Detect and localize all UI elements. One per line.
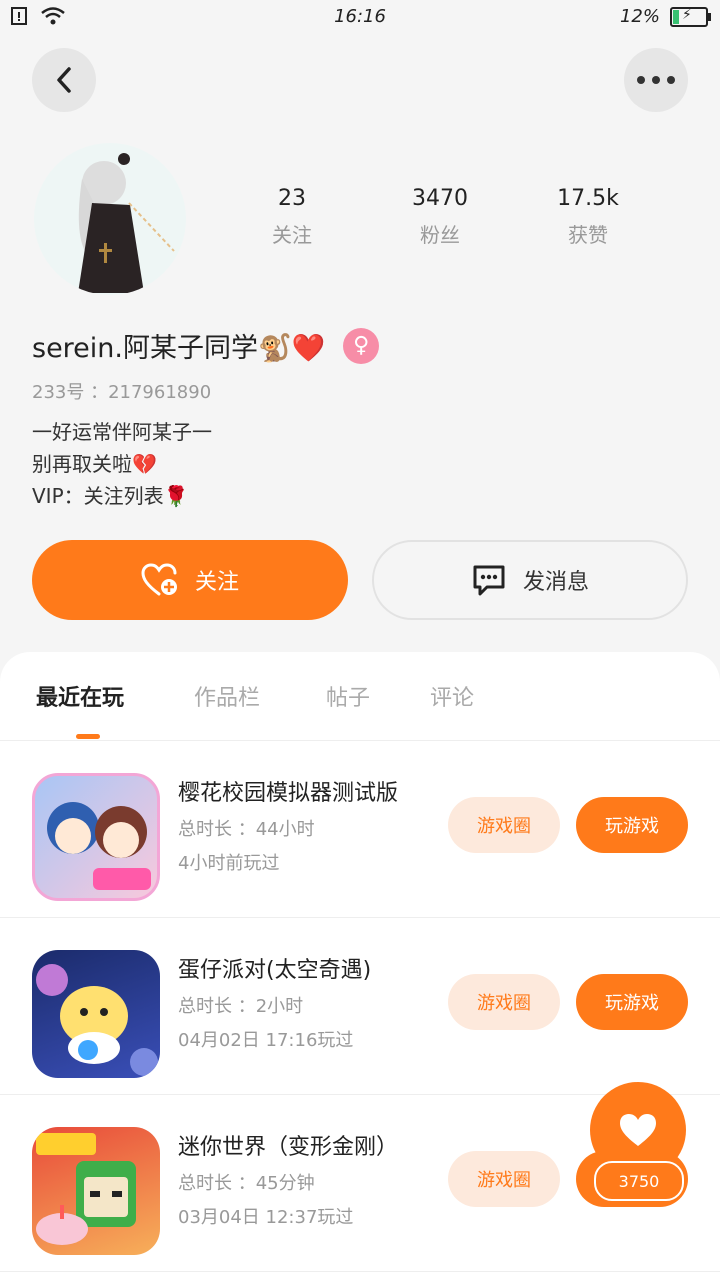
game-icon[interactable]: [32, 773, 160, 901]
tab-recently-played[interactable]: 最近在玩: [36, 680, 124, 712]
username-row: serein.阿某子同学🐒❤️ ♀: [32, 326, 380, 365]
bio-line: 别再取关啦💔: [32, 452, 157, 476]
game-duration: 总时长 ：2小时: [178, 996, 304, 1017]
game-row[interactable]: 蛋仔派对(太空奇遇) 总时长 ：2小时 04月02日 17:16玩过 游戏圈 玩…: [0, 918, 720, 1095]
female-icon: ♀: [343, 327, 380, 364]
game-last-played: 4小时前玩过: [178, 853, 280, 874]
heart-plus-icon: [141, 563, 177, 596]
user-id: 233号 ：217961890: [32, 382, 212, 403]
game-icon[interactable]: [32, 1127, 160, 1255]
game-circle-button[interactable]: 游戏圈: [448, 1151, 560, 1207]
chevron-left-icon: [57, 67, 71, 93]
battery-icon: ⚡: [670, 6, 711, 27]
like-count: 3750: [594, 1161, 684, 1201]
game-last-played: 04月02日 17:16玩过: [178, 1030, 354, 1051]
stat-following[interactable]: 23 关注: [232, 186, 352, 248]
game-duration: 总时长 ：44小时: [178, 819, 315, 840]
tab-bar: 最近在玩 作品栏 帖子 评论: [0, 652, 720, 741]
bio-line: 一好运常伴阿某子一: [32, 420, 212, 444]
more-button[interactable]: [624, 48, 688, 112]
chat-icon: [473, 565, 505, 596]
bio: 一好运常伴阿某子一 别再取关啦💔 VIP：关注列表🌹: [32, 416, 212, 512]
follow-label: 关注: [194, 570, 239, 595]
game-circle-button[interactable]: 游戏圈: [448, 797, 560, 853]
game-title: 迷你世界（变形金刚）: [178, 1135, 399, 1160]
play-game-button[interactable]: 玩游戏: [576, 797, 688, 853]
game-duration: 总时长 ：45分钟: [178, 1173, 315, 1194]
game-title: 樱花校园模拟器测试版: [178, 781, 399, 806]
clock: 16:16: [334, 6, 386, 27]
message-label: 发消息: [522, 570, 589, 595]
avatar[interactable]: [34, 143, 186, 295]
message-button[interactable]: 发消息: [372, 540, 688, 620]
game-circle-button[interactable]: 游戏圈: [448, 974, 560, 1030]
game-icon[interactable]: [32, 950, 160, 1078]
game-title: 蛋仔派对(太空奇遇): [178, 958, 372, 983]
stat-likes[interactable]: 17.5k 获赞: [528, 186, 648, 248]
avatar-image: [78, 153, 175, 293]
tab-comments[interactable]: 评论: [430, 680, 474, 712]
game-last-played: 03月04日 12:37玩过: [178, 1207, 354, 1228]
game-row[interactable]: 樱花校园模拟器测试版 总时长 ：44小时 4小时前玩过 游戏圈 玩游戏: [0, 741, 720, 918]
battery-percent: 12%: [619, 6, 660, 27]
more-icon: [637, 76, 675, 84]
bio-line: VIP：关注列表🌹: [32, 484, 189, 508]
heart-icon: [620, 1114, 656, 1146]
username: serein.阿某子同学🐒❤️: [32, 333, 326, 364]
follow-button[interactable]: 关注: [32, 540, 348, 620]
tab-indicator: [76, 734, 100, 739]
stat-followers[interactable]: 3470 粉丝: [380, 186, 500, 248]
play-game-button[interactable]: 玩游戏: [576, 974, 688, 1030]
tab-works[interactable]: 作品栏: [194, 680, 260, 712]
tab-posts[interactable]: 帖子: [326, 680, 370, 712]
back-button[interactable]: [32, 48, 96, 112]
status-bar: 16:16 12% ⚡: [0, 0, 720, 36]
